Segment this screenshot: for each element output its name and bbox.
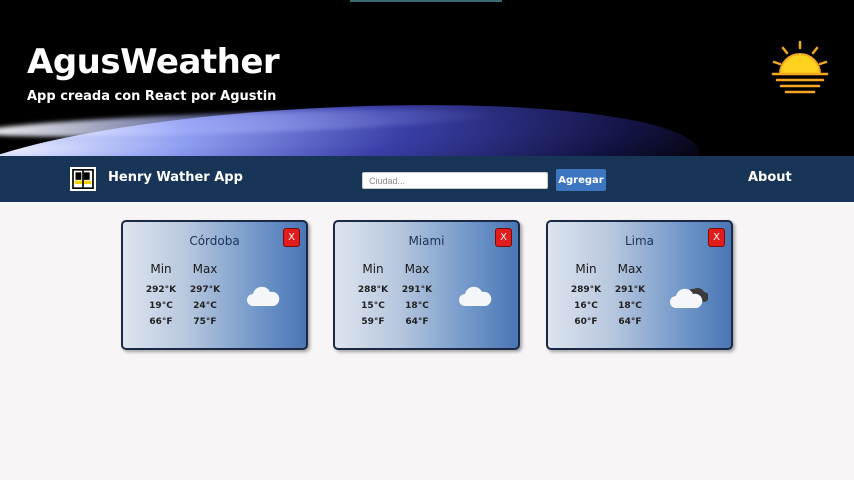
navbar: Henry Wather App Agregar About [0,156,854,202]
min-celsius: 15°C [361,301,385,311]
city-name: Miami [408,234,445,248]
max-fahrenheit: 64°F [618,317,642,327]
max-temp-column: Max 291°K 18°C 64°F [610,262,650,330]
city-card: Córdoba X Min 292°K 19°C 66°F Max 297°K … [121,220,308,350]
cloud-icon [459,286,492,306]
app-logo-icon[interactable] [70,167,96,191]
close-card-button[interactable]: X [283,228,300,247]
app-subtitle: App creada con React por Agustin [27,89,277,104]
sunset-icon [771,40,829,94]
max-label: Max [192,262,218,276]
close-card-button[interactable]: X [708,228,725,247]
about-link[interactable]: About [748,170,792,185]
max-label: Max [617,262,643,276]
min-label: Min [150,262,172,276]
max-kelvin: 291°K [401,285,433,295]
max-label: Max [404,262,430,276]
header-banner: AgusWeather App creada con React por Agu… [0,0,854,156]
max-temp-column: Max 297°K 24°C 75°F [185,262,225,330]
min-temp-column: Min 288°K 15°C 59°F [353,262,393,330]
max-kelvin: 291°K [614,285,646,295]
min-celsius: 19°C [149,301,173,311]
max-celsius: 18°C [405,301,429,311]
max-kelvin: 297°K [189,285,221,295]
min-kelvin: 288°K [357,285,389,295]
min-temp-column: Min 289°K 16°C 60°F [566,262,606,330]
city-name: Córdoba [189,234,240,248]
max-fahrenheit: 64°F [405,317,429,327]
app-title: AgusWeather [27,42,280,82]
min-label: Min [575,262,597,276]
broken-clouds-icon [670,287,708,308]
min-kelvin: 289°K [570,285,602,295]
min-celsius: 16°C [574,301,598,311]
top-strip [350,0,502,2]
city-card: Miami X Min 288°K 15°C 59°F Max 291°K 18… [333,220,520,350]
min-label: Min [362,262,384,276]
min-kelvin: 292°K [145,285,177,295]
min-fahrenheit: 59°F [361,317,385,327]
brand-name[interactable]: Henry Wather App [108,170,243,185]
min-temp-column: Min 292°K 19°C 66°F [141,262,181,330]
max-celsius: 18°C [618,301,642,311]
city-card: Lima X Min 289°K 16°C 60°F Max 291°K 18°… [546,220,733,350]
min-fahrenheit: 66°F [149,317,173,327]
city-search-input[interactable] [362,172,548,189]
max-celsius: 24°C [193,301,217,311]
max-temp-column: Max 291°K 18°C 64°F [397,262,437,330]
max-fahrenheit: 75°F [193,317,217,327]
city-name: Lima [624,234,655,248]
close-card-button[interactable]: X [495,228,512,247]
cloud-icon [247,286,280,306]
min-fahrenheit: 60°F [574,317,598,327]
add-city-button[interactable]: Agregar [556,169,606,191]
